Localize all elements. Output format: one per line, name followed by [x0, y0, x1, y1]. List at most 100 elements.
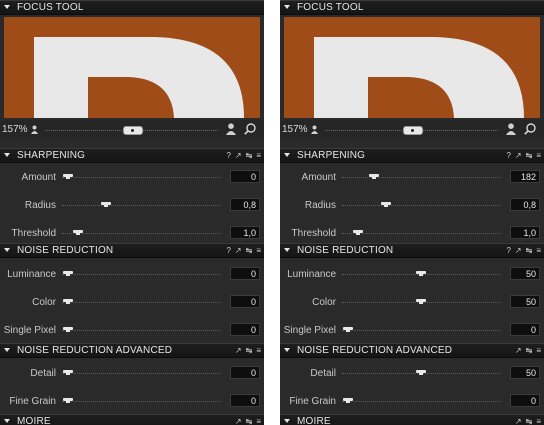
- slider-value-field[interactable]: 0,8: [230, 198, 260, 211]
- slider-track[interactable]: [342, 205, 500, 207]
- person-large-icon[interactable]: [506, 123, 516, 135]
- slider-track[interactable]: [62, 373, 220, 375]
- reset-icon[interactable]: ↹: [246, 346, 253, 355]
- slider-value-field[interactable]: 0: [230, 295, 260, 308]
- reset-icon[interactable]: ↹: [526, 246, 533, 255]
- slider-value-field[interactable]: 0: [510, 323, 540, 336]
- slider-track[interactable]: [62, 177, 220, 179]
- slider-value-field[interactable]: 1,0: [510, 226, 540, 239]
- menu-icon[interactable]: ≡: [256, 346, 261, 355]
- collapse-triangle-icon[interactable]: [4, 5, 10, 9]
- reset-icon[interactable]: ↹: [246, 417, 253, 425]
- slider-knob[interactable]: [72, 230, 83, 235]
- slider-knob[interactable]: [368, 174, 379, 179]
- copy-icon[interactable]: ↗: [235, 246, 242, 255]
- sharpening-header[interactable]: SHARPENING? ↗ ↹ ≡: [280, 148, 544, 163]
- copy-icon[interactable]: ↗: [235, 346, 242, 355]
- menu-icon[interactable]: ≡: [536, 151, 541, 160]
- menu-icon[interactable]: ≡: [536, 346, 541, 355]
- menu-icon[interactable]: ≡: [256, 246, 261, 255]
- sharpening-header[interactable]: SHARPENING? ↗ ↹ ≡: [0, 148, 264, 163]
- copy-icon[interactable]: ↗: [515, 246, 522, 255]
- collapse-triangle-icon[interactable]: [4, 419, 10, 423]
- slider-value-field[interactable]: 0: [230, 394, 260, 407]
- reset-icon[interactable]: ↹: [526, 417, 533, 425]
- focus-tool-header[interactable]: FOCUS TOOL: [280, 0, 544, 15]
- search-icon[interactable]: [244, 123, 256, 135]
- slider-knob[interactable]: [416, 299, 426, 304]
- collapse-triangle-icon[interactable]: [4, 153, 10, 157]
- reset-icon[interactable]: ↹: [246, 151, 253, 160]
- slider-knob[interactable]: [101, 202, 112, 207]
- noise-reduction-header[interactable]: NOISE REDUCTION? ↗ ↹ ≡: [0, 243, 264, 258]
- slider-value-field[interactable]: 0,8: [510, 198, 540, 211]
- slider-value-field[interactable]: 50: [510, 295, 540, 308]
- slider-value-field[interactable]: 0: [510, 394, 540, 407]
- search-icon[interactable]: [524, 123, 536, 135]
- slider-track[interactable]: [62, 274, 220, 276]
- menu-icon[interactable]: ≡: [536, 246, 541, 255]
- copy-icon[interactable]: ↗: [235, 417, 242, 425]
- slider-value-field[interactable]: 1,0: [230, 226, 260, 239]
- slider-knob[interactable]: [416, 370, 426, 375]
- slider-value-field[interactable]: 0: [230, 366, 260, 379]
- focus-preview[interactable]: [284, 17, 540, 118]
- collapse-triangle-icon[interactable]: [284, 419, 290, 423]
- help-icon[interactable]: ?: [506, 246, 510, 255]
- help-icon[interactable]: ?: [226, 151, 230, 160]
- help-icon[interactable]: ?: [226, 246, 230, 255]
- zoom-slider-knob[interactable]: [122, 126, 143, 135]
- slider-track[interactable]: [342, 177, 500, 179]
- collapse-triangle-icon[interactable]: [284, 153, 290, 157]
- menu-icon[interactable]: ≡: [256, 151, 261, 160]
- slider-value-field[interactable]: 50: [510, 366, 540, 379]
- slider-knob[interactable]: [343, 398, 354, 403]
- slider-knob[interactable]: [63, 398, 74, 403]
- collapse-triangle-icon[interactable]: [284, 248, 290, 252]
- slider-knob[interactable]: [63, 174, 74, 179]
- reset-icon[interactable]: ↹: [526, 346, 533, 355]
- noise-reduction-advanced-header[interactable]: NOISE REDUCTION ADVANCED ↗ ↹ ≡: [280, 343, 544, 358]
- collapse-triangle-icon[interactable]: [4, 348, 10, 352]
- slider-knob[interactable]: [63, 370, 74, 375]
- slider-knob[interactable]: [63, 327, 74, 332]
- zoom-slider-knob[interactable]: [402, 126, 423, 135]
- slider-value-field[interactable]: 0: [230, 267, 260, 280]
- collapse-triangle-icon[interactable]: [4, 248, 10, 252]
- moire-header[interactable]: MOIRE ↗ ↹ ≡: [280, 414, 544, 425]
- person-large-icon[interactable]: [226, 123, 236, 135]
- person-small-icon[interactable]: [31, 125, 38, 134]
- slider-track[interactable]: [62, 330, 220, 332]
- slider-track[interactable]: [62, 302, 220, 304]
- collapse-triangle-icon[interactable]: [284, 348, 290, 352]
- moire-header[interactable]: MOIRE ↗ ↹ ≡: [0, 414, 264, 425]
- slider-track[interactable]: [62, 401, 220, 403]
- slider-track[interactable]: [342, 401, 500, 403]
- slider-value-field[interactable]: 0: [230, 170, 260, 183]
- copy-icon[interactable]: ↗: [235, 151, 242, 160]
- reset-icon[interactable]: ↹: [246, 246, 253, 255]
- help-icon[interactable]: ?: [506, 151, 510, 160]
- slider-knob[interactable]: [343, 327, 354, 332]
- slider-track[interactable]: [62, 205, 220, 207]
- slider-value-field[interactable]: 0: [230, 323, 260, 336]
- menu-icon[interactable]: ≡: [536, 417, 541, 425]
- reset-icon[interactable]: ↹: [526, 151, 533, 160]
- person-small-icon[interactable]: [311, 125, 318, 134]
- noise-reduction-advanced-header[interactable]: NOISE REDUCTION ADVANCED ↗ ↹ ≡: [0, 343, 264, 358]
- menu-icon[interactable]: ≡: [256, 417, 261, 425]
- collapse-triangle-icon[interactable]: [284, 5, 290, 9]
- slider-track[interactable]: [342, 330, 500, 332]
- noise-reduction-header[interactable]: NOISE REDUCTION? ↗ ↹ ≡: [280, 243, 544, 258]
- copy-icon[interactable]: ↗: [515, 346, 522, 355]
- focus-tool-header[interactable]: FOCUS TOOL: [0, 0, 264, 15]
- slider-knob[interactable]: [352, 230, 363, 235]
- slider-knob[interactable]: [63, 271, 74, 276]
- slider-value-field[interactable]: 50: [510, 267, 540, 280]
- slider-value-field[interactable]: 182: [510, 170, 540, 183]
- slider-knob[interactable]: [381, 202, 392, 207]
- copy-icon[interactable]: ↗: [515, 151, 522, 160]
- slider-knob[interactable]: [63, 299, 74, 304]
- copy-icon[interactable]: ↗: [515, 417, 522, 425]
- slider-knob[interactable]: [416, 271, 426, 276]
